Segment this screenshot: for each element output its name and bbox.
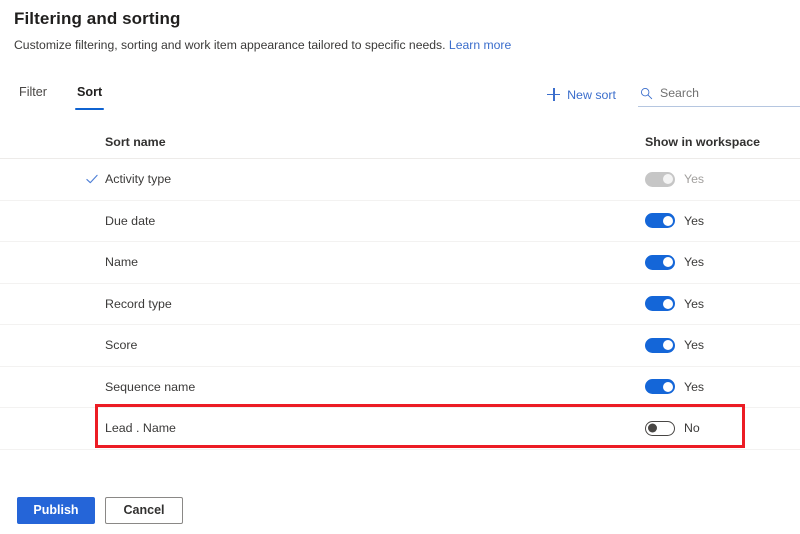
search-box[interactable] [638, 82, 800, 107]
toggle-knob [662, 257, 673, 268]
toggle-state-label: Yes [684, 255, 705, 270]
tab-list: Filter Sort [17, 80, 105, 110]
tab-sort-label: Sort [77, 85, 103, 99]
toggle-state-label: Yes [684, 213, 705, 228]
search-icon [641, 87, 653, 99]
footer-actions: Publish Cancel [17, 497, 183, 524]
row-name-label: Name [105, 255, 139, 270]
row-toggle-cell: Yes [633, 337, 800, 353]
tab-sort[interactable]: Sort [75, 80, 105, 110]
toggle-state-label: Yes [684, 296, 705, 311]
toolbar: Filter Sort New sort [0, 80, 800, 116]
row-name-label: Sequence name [105, 379, 196, 394]
tab-filter[interactable]: Filter [17, 80, 49, 110]
table-row[interactable]: Record type Yes [0, 284, 800, 325]
row-name-cell: Sequence name [10, 380, 633, 394]
sort-table: Sort name Show in workspace Activity typ… [0, 125, 800, 450]
search-input[interactable] [660, 85, 798, 101]
toggle-knob [662, 340, 673, 351]
row-toggle-cell: Yes [633, 296, 800, 312]
show-in-workspace-toggle[interactable] [645, 420, 675, 436]
row-name-cell: Lead . Name [10, 421, 633, 435]
show-in-workspace-toggle [645, 171, 675, 187]
check-icon [86, 175, 98, 184]
page-subtitle-text: Customize filtering, sorting and work it… [14, 38, 446, 52]
new-sort-button[interactable]: New sort [541, 84, 622, 106]
table-row[interactable]: Lead . Name No [0, 408, 800, 450]
toggle-knob [648, 423, 658, 433]
toggle-state-label: No [684, 421, 700, 436]
table-row[interactable]: Name Yes [0, 242, 800, 284]
table-row[interactable]: Activity type Yes [0, 159, 800, 201]
row-name-label: Record type [105, 296, 172, 311]
show-in-workspace-toggle[interactable] [645, 337, 675, 353]
show-in-workspace-toggle[interactable] [645, 296, 675, 312]
row-name-cell: Record type [10, 297, 633, 311]
row-name-label: Due date [105, 213, 156, 228]
column-header-sort-name: Sort name [105, 134, 166, 149]
page-header: Filtering and sorting Customize filterin… [14, 8, 800, 53]
row-toggle-cell: No [633, 420, 800, 436]
tab-filter-label: Filter [19, 85, 47, 99]
table-header-row: Sort name Show in workspace [0, 125, 800, 159]
toggle-knob [662, 298, 673, 309]
table-row[interactable]: Due date Yes [0, 201, 800, 242]
show-in-workspace-toggle[interactable] [645, 379, 675, 395]
toggle-knob [662, 381, 673, 392]
toggle-state-label: Yes [684, 172, 705, 187]
table-row[interactable]: Score Yes [0, 325, 800, 367]
table-body: Activity type Yes Due date Yes Name Yes Record… [0, 159, 800, 450]
row-name-cell: Name [10, 255, 633, 269]
toggle-state-label: Yes [684, 379, 705, 394]
publish-button[interactable]: Publish [17, 497, 95, 524]
page-title: Filtering and sorting [14, 9, 181, 28]
page-subtitle: Customize filtering, sorting and work it… [14, 37, 800, 53]
learn-more-link[interactable]: Learn more [449, 38, 511, 52]
toggle-knob [662, 215, 673, 226]
toggle-state-label: Yes [684, 338, 705, 353]
row-name-label: Score [105, 338, 138, 353]
show-in-workspace-toggle[interactable] [645, 254, 675, 270]
row-toggle-cell: Yes [633, 379, 800, 395]
show-in-workspace-toggle[interactable] [645, 213, 675, 229]
plus-icon [547, 88, 561, 101]
row-toggle-cell: Yes [633, 171, 800, 187]
row-name-cell: Due date [10, 214, 633, 228]
toggle-knob [662, 174, 673, 185]
cancel-button[interactable]: Cancel [105, 497, 183, 524]
row-name-cell: Score [10, 338, 633, 352]
row-name-cell: Activity type [10, 172, 633, 186]
table-row[interactable]: Sequence name Yes [0, 367, 800, 408]
column-header-show-in-workspace: Show in workspace [645, 134, 760, 149]
row-toggle-cell: Yes [633, 254, 800, 270]
toolbar-actions: New sort [541, 82, 800, 107]
new-sort-label: New sort [567, 87, 616, 102]
row-name-label: Lead . Name [105, 421, 176, 436]
row-toggle-cell: Yes [633, 213, 800, 229]
